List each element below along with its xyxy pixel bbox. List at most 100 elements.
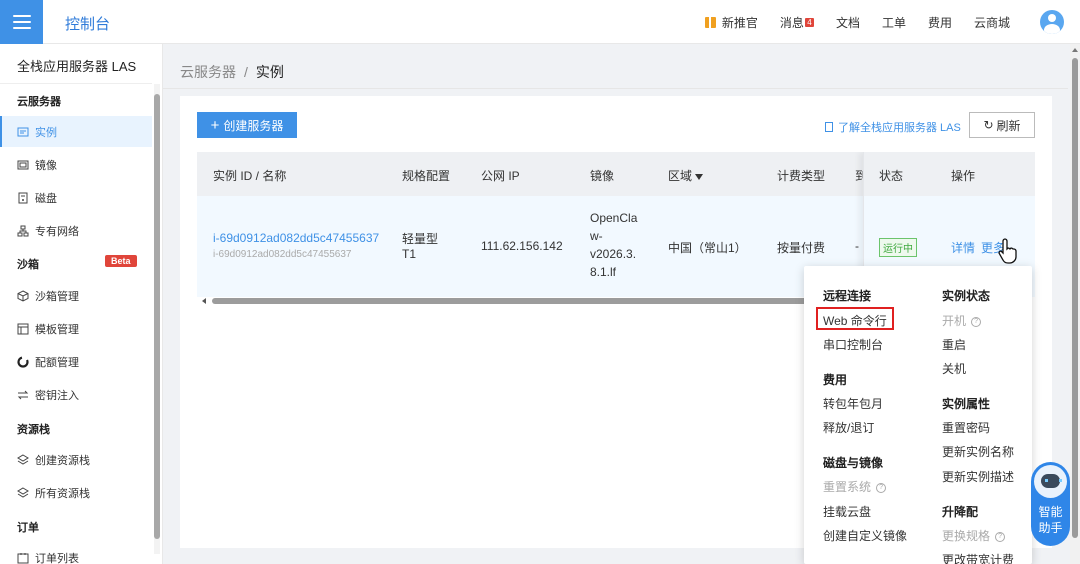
instance-id-link[interactable]: i-69d0912ad082dd5c47455637 [213,231,379,245]
message-count-badge: 4 [804,17,814,27]
spec-type: 轻量型 [402,232,439,246]
sidebar-item-label: 镜像 [35,159,57,172]
group-orders: 订单 [17,522,39,534]
nav-billing[interactable]: 费用 [928,14,952,31]
more-actions-menu: 远程连接 Web 命令行 串口控制台 费用 转包年包月 释放/退订 磁盘与镜像 … [804,266,1032,564]
disk-icon [17,192,29,204]
user-avatar[interactable] [1040,10,1064,34]
nav-docs[interactable]: 文档 [836,14,860,31]
detail-link[interactable]: 详情 [951,239,975,256]
col-billing: 计费类型 [777,169,826,183]
menu-item-change-bandwidth-billing[interactable]: 更改带宽计费 [942,551,1014,564]
document-icon [825,122,833,132]
stack-icon [17,486,29,499]
sidebar-item-label: 配额管理 [35,356,79,369]
create-server-label: 创建服务器 [223,118,284,133]
nav-marketplace[interactable]: 云商城 [974,14,1010,31]
col-public-ip: 公网 IP [481,169,520,183]
menu-group-instance-state: 实例状态 [942,289,991,303]
learn-las-link[interactable]: 了解全栈应用服务器 LAS [825,119,961,135]
menu-group-upgrade: 升降配 [942,505,979,519]
sidebar-item-label: 创建资源栈 [35,454,90,467]
menu-item-create-image[interactable]: 创建自定义镜像 [823,527,907,544]
nav-new-promo[interactable]: 新推官 [704,14,758,31]
help-icon[interactable]: ? [971,316,982,327]
menu-item-mount-disk[interactable]: 挂载云盘 [823,503,871,520]
sidebar-item-template-manage[interactable]: 模板管理 [0,313,152,344]
sidebar-item-disks[interactable]: 磁盘 [0,182,152,213]
sidebar-item-images[interactable]: 镜像 [0,149,152,180]
group-cloud-server: 云服务器 [17,96,61,108]
highlight-box [816,307,894,330]
sidebar-item-sandbox-manage[interactable]: 沙箱管理 [0,280,152,311]
scroll-up-icon[interactable] [1072,48,1078,52]
sidebar-item-vpc[interactable]: 专有网络 [0,215,152,246]
menu-item-update-name[interactable]: 更新实例名称 [942,443,1014,460]
breadcrumb-current: 实例 [255,64,284,80]
swap-icon [17,389,29,401]
instance-name: i-69d0912ad082dd5c47455637 [213,249,352,260]
hamburger-menu-button[interactable] [0,0,43,44]
sidebar-item-key-inject[interactable]: 密钥注入 [0,379,152,410]
menu-item-shutdown[interactable]: 关机 [942,360,966,377]
nav-messages[interactable]: 消息 4 [780,14,814,31]
menu-group-fee: 费用 [823,373,848,387]
col-actions: 操作 [951,169,976,183]
help-icon[interactable]: ? [995,531,1006,542]
sidebar-item-all-stacks[interactable]: 所有资源栈 [0,477,152,508]
group-resource-stack: 资源栈 [17,424,50,436]
col-spec: 规格配置 [402,169,451,183]
col-instance-id: 实例 ID / 名称 [213,169,287,183]
image-line-1: OpenCla [590,211,638,225]
refresh-label: 刷新 [996,118,1021,133]
sidebar-item-instances[interactable]: 实例 [0,116,152,147]
breadcrumb-parent[interactable]: 云服务器 [180,64,236,80]
sidebar-item-label: 磁盘 [35,192,57,205]
instance-icon [17,126,29,138]
sidebar-item-create-stack[interactable]: 创建资源栈 [0,444,152,475]
filter-icon[interactable] [695,173,704,180]
layers-icon [17,453,29,466]
sidebar-item-order-list[interactable]: 订单列表 [0,542,152,564]
beta-badge: Beta [105,255,137,267]
refresh-button[interactable]: ↻ 刷新 [969,112,1035,138]
sidebar-scrollbar[interactable] [154,84,160,554]
sidebar-item-label: 专有网络 [35,225,79,238]
billing-value: 按量付费 [777,241,826,255]
ai-assistant-button[interactable]: 智能 助手 [1031,462,1070,546]
public-ip: 111.62.156.142 [481,239,563,253]
scroll-left-icon[interactable] [202,298,206,304]
cube-icon [17,289,29,302]
refresh-icon: ↻ [983,118,994,132]
assistant-label-line2: 助手 [1038,521,1063,535]
col-region[interactable]: 区域 [668,167,704,184]
status-badge: 运行中 [879,238,917,257]
sidebar-item-label: 所有资源栈 [35,487,90,500]
console-title[interactable]: 控制台 [65,13,110,34]
sidebar-item-label: 模板管理 [35,323,79,336]
menu-item-restart[interactable]: 重启 [942,336,966,353]
col-image: 镜像 [590,169,615,183]
quota-icon [17,355,29,368]
template-icon [17,323,29,335]
expire-value: - [855,239,859,253]
nav-tickets[interactable]: 工单 [882,14,906,31]
assistant-label-line1: 智能 [1038,505,1063,519]
menu-item-update-description[interactable]: 更新实例描述 [942,468,1014,485]
image-line-4: 8.1.lf [590,265,617,279]
help-icon[interactable]: ? [876,482,887,493]
menu-item-change-spec: 更换规格? [942,527,1006,544]
page-scrollbar[interactable] [1070,44,1080,564]
menu-item-serial-console[interactable]: 串口控制台 [823,336,883,353]
menu-item-convert-prepaid[interactable]: 转包年包月 [823,395,883,412]
breadcrumb-separator: / [244,64,248,80]
menu-item-release[interactable]: 释放/退订 [823,419,874,436]
sidebar-item-quota-manage[interactable]: 配额管理 [0,346,152,377]
image-line-2: w- [590,229,603,243]
create-server-button[interactable]: + 创建服务器 [197,112,297,138]
menu-item-reset-password[interactable]: 重置密码 [942,419,990,436]
product-title: 全栈应用服务器 LAS [17,59,137,74]
menu-item-reset-system: 重置系统? [823,478,887,495]
spec-model: T1 [402,247,417,261]
sidebar: 全栈应用服务器 LAS 云服务器 实例 镜像 磁盘 专有网络 沙箱 Beta 沙… [0,44,163,564]
